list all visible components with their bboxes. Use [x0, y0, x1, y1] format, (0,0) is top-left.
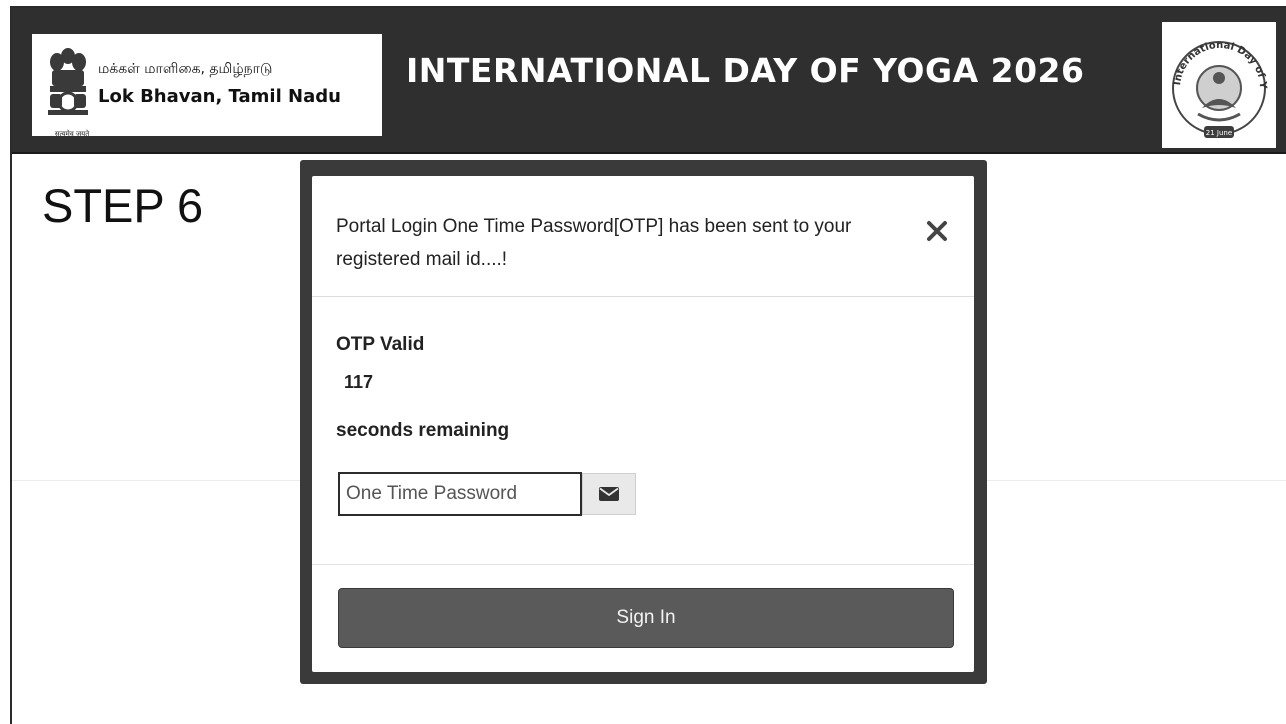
otp-valid-label: OTP Valid — [336, 334, 425, 355]
emblem-motto: सत्यमेव जयते — [54, 130, 90, 138]
page-title: INTERNATIONAL DAY OF YOGA 2026 — [406, 51, 1085, 90]
sign-in-button[interactable]: Sign In — [338, 588, 954, 648]
mail-addon — [582, 473, 636, 515]
yoga-day-logo-icon: International Day of Yoga 21 June — [1158, 14, 1276, 148]
otp-input[interactable] — [338, 472, 582, 516]
close-button[interactable] — [924, 218, 950, 244]
modal-footer-divider — [312, 564, 974, 565]
yoga-logo-date: 21 June — [1206, 129, 1232, 137]
logo-english-text: Lok Bhavan, Tamil Nadu — [98, 86, 341, 107]
header-band: सत्यमेव जयते மக்கள் மாளிகை, தமிழ்நாடு Lo… — [12, 8, 1286, 154]
envelope-icon — [599, 487, 619, 501]
close-icon — [927, 221, 947, 241]
otp-sent-message: Portal Login One Time Password[OTP] has … — [336, 216, 852, 270]
sign-in-label: Sign In — [616, 607, 676, 628]
otp-modal: Portal Login One Time Password[OTP] has … — [312, 176, 974, 672]
national-emblem-icon: सत्यमेव जयते — [44, 44, 92, 138]
lok-bhavan-logo: सत्यमेव जयते மக்கள் மாளிகை, தமிழ்நாடு Lo… — [32, 34, 382, 138]
modal-header-divider — [312, 296, 974, 297]
step-heading: STEP 6 — [42, 179, 204, 232]
seconds-remaining-label: seconds remaining — [336, 420, 510, 441]
logo-tamil-text: மக்கள் மாளிகை, தமிழ்நாடு — [98, 61, 273, 77]
otp-countdown-value: 117 — [344, 372, 374, 392]
